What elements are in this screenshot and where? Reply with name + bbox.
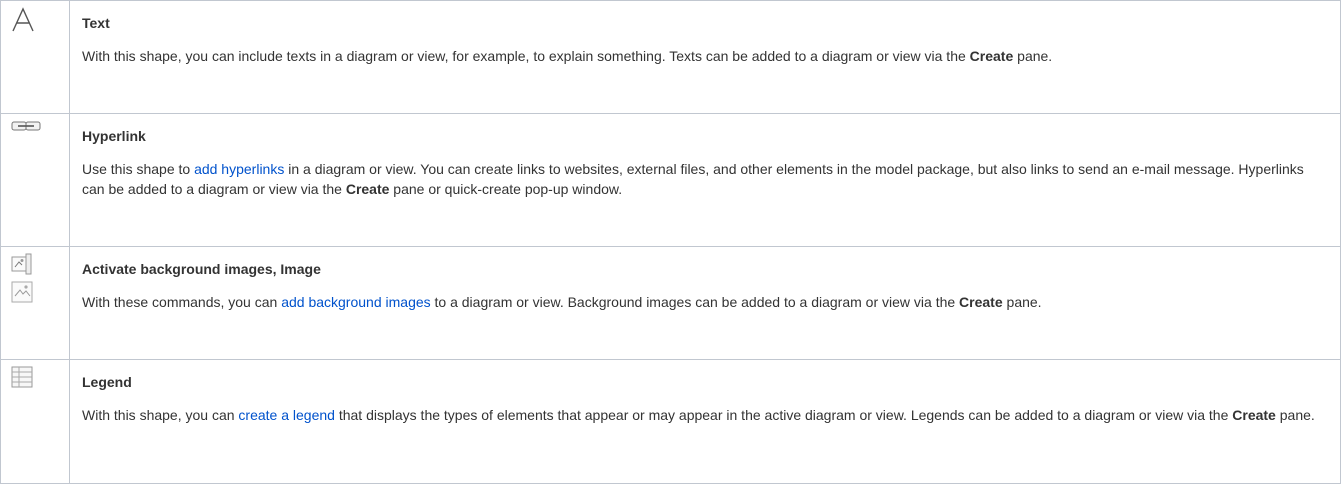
icon-cell <box>0 359 70 484</box>
add-background-images-link[interactable]: add background images <box>281 294 430 310</box>
add-hyperlinks-link[interactable]: add hyperlinks <box>194 161 284 177</box>
row-description: With this shape, you can include texts i… <box>82 48 1053 64</box>
shapes-table: Text With this shape, you can include te… <box>0 0 1341 484</box>
create-pane-label: Create <box>345 181 390 197</box>
description-cell: Hyperlink Use this shape to add hyperlin… <box>69 113 1341 247</box>
row-title: Activate background images, Image <box>82 261 321 277</box>
background-image-icon <box>11 253 69 275</box>
create-pane-label: Create <box>969 48 1014 64</box>
create-pane-label: Create <box>959 294 1003 310</box>
row-description: Use this shape to add hyperlinks in a di… <box>82 161 1304 197</box>
image-icon <box>11 281 69 303</box>
icon-cell <box>0 246 70 360</box>
text-a-icon <box>11 7 69 33</box>
table-row-text: Text With this shape, you can include te… <box>0 0 1341 114</box>
row-title: Legend <box>82 374 132 390</box>
row-title: Hyperlink <box>82 128 146 144</box>
legend-table-icon <box>11 366 69 388</box>
row-title: Text <box>82 15 110 31</box>
create-pane-label: Create <box>1232 407 1276 423</box>
table-row-legend: Legend With this shape, you can create a… <box>0 359 1341 484</box>
description-cell: Legend With this shape, you can create a… <box>69 359 1341 484</box>
hyperlink-chain-icon <box>11 120 69 132</box>
icon-cell <box>0 113 70 247</box>
row-description: With this shape, you can create a legend… <box>82 407 1315 423</box>
row-description: With these commands, you can add backgro… <box>82 294 1042 310</box>
table-row-hyperlink: Hyperlink Use this shape to add hyperlin… <box>0 113 1341 247</box>
table-row-background-images: Activate background images, Image With t… <box>0 246 1341 360</box>
description-cell: Activate background images, Image With t… <box>69 246 1341 360</box>
create-a-legend-link[interactable]: create a legend <box>238 407 335 423</box>
icon-cell <box>0 0 70 114</box>
description-cell: Text With this shape, you can include te… <box>69 0 1341 114</box>
